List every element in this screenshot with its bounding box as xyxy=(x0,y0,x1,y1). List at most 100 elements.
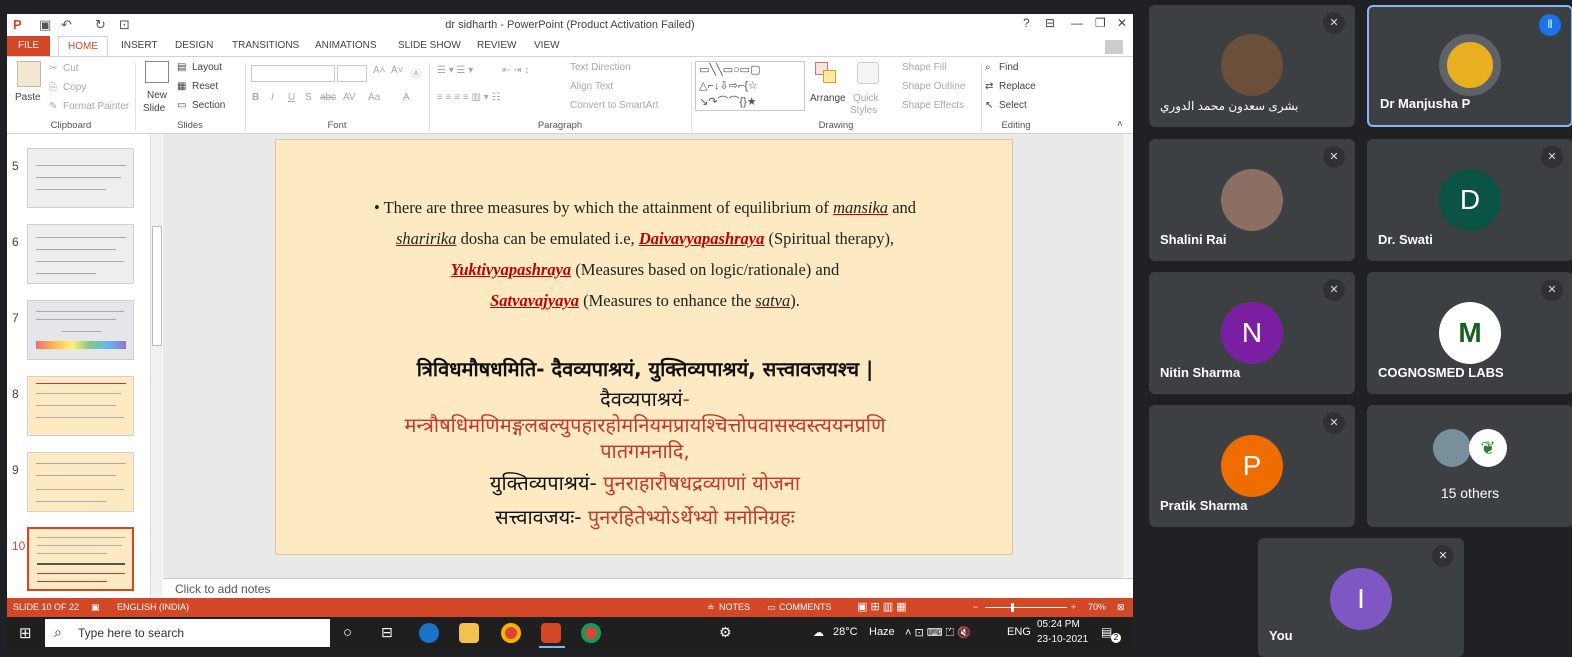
replace-button[interactable]: Replace xyxy=(999,81,1036,92)
find-icon[interactable]: ⌕ xyxy=(985,62,991,73)
task-view-icon[interactable]: ○ xyxy=(343,624,352,641)
thumbnail-scrollbar[interactable] xyxy=(150,134,162,598)
quick-styles-button[interactable]: Quick xyxy=(853,93,879,104)
shapes-gallery[interactable]: ▭╲╲▭○▭▢ △⌐↓⇩⇨⌐{☆ ↘↷⌒⌒{}★ xyxy=(695,61,805,111)
cut-icon[interactable]: ✂ xyxy=(49,63,57,74)
tab-home[interactable]: HOME xyxy=(58,36,108,57)
file-explorer-icon[interactable] xyxy=(459,623,479,643)
copy-icon[interactable]: ⎘ xyxy=(49,82,57,93)
section-button[interactable]: Section xyxy=(192,100,225,111)
find-button[interactable]: Find xyxy=(999,62,1018,73)
spell-check-icon[interactable]: ▣ xyxy=(91,602,100,613)
select-button[interactable]: Select xyxy=(999,100,1027,111)
slide-thumbnail-7[interactable] xyxy=(27,300,134,360)
fit-to-window-icon[interactable]: ⊠ xyxy=(1117,602,1125,613)
clock-time[interactable]: 05:24 PM xyxy=(1037,619,1080,630)
bold-button[interactable]: B xyxy=(252,92,259,103)
indent-icon[interactable]: ⇤ ⇥ ↕ xyxy=(502,65,529,76)
shape-effects-button[interactable]: Shape Effects xyxy=(902,100,964,111)
chrome-icon[interactable] xyxy=(501,623,521,643)
text-direction-button[interactable]: Text Direction xyxy=(570,62,631,73)
new-slide-button-label2[interactable]: Slide xyxy=(143,103,165,114)
reset-button[interactable]: Reset xyxy=(192,81,218,92)
input-language[interactable]: ENG xyxy=(1007,626,1031,638)
format-painter-button[interactable]: Format Painter xyxy=(63,101,129,112)
underline-button[interactable]: U xyxy=(288,92,295,103)
slide[interactable]: • There are three measures by which the … xyxy=(275,139,1013,555)
participant-tile[interactable]: D Dr. Swati ✕ xyxy=(1367,139,1572,261)
tab-transitions[interactable]: TRANSITIONS xyxy=(232,40,299,51)
clock-date[interactable]: 23-10-2021 xyxy=(1037,634,1088,645)
weather-temp[interactable]: 28°C xyxy=(833,626,858,638)
slide-thumbnail-9[interactable] xyxy=(27,452,134,512)
edge-icon[interactable] xyxy=(419,623,439,643)
font-size-input[interactable] xyxy=(337,65,367,82)
arrange-icon[interactable] xyxy=(815,62,837,84)
tab-slide-show[interactable]: SLIDE SHOW xyxy=(398,40,461,51)
zoom-slider[interactable] xyxy=(985,607,1067,608)
tab-animations[interactable]: ANIMATIONS xyxy=(315,40,376,51)
quick-styles-icon[interactable] xyxy=(857,62,879,84)
arrange-button[interactable]: Arrange xyxy=(810,93,846,104)
font-name-input[interactable] xyxy=(251,65,335,82)
chrome-icon-2[interactable] xyxy=(581,623,601,643)
convert-smartart-button[interactable]: Convert to SmartArt xyxy=(570,100,658,111)
collapse-ribbon-icon[interactable]: ˄ xyxy=(1117,119,1123,130)
language-indicator[interactable]: ENGLISH (INDIA) xyxy=(117,602,189,612)
help-icon[interactable]: ? xyxy=(1023,16,1030,30)
quick-styles-button-label2[interactable]: Styles xyxy=(850,105,877,116)
ribbon-display-icon[interactable]: ⊟ xyxy=(1045,16,1055,30)
slide-thumbnail-6[interactable] xyxy=(27,224,134,284)
tab-review[interactable]: REVIEW xyxy=(477,40,516,51)
powerpoint-taskbar-icon[interactable] xyxy=(541,623,561,643)
tab-view[interactable]: VIEW xyxy=(534,40,560,51)
new-slide-button[interactable]: New xyxy=(147,90,167,101)
paste-button[interactable]: Paste xyxy=(15,92,41,103)
select-icon[interactable]: ↖ xyxy=(985,100,993,111)
tab-design[interactable]: DESIGN xyxy=(175,40,213,51)
tab-insert[interactable]: INSERT xyxy=(121,40,158,51)
align-icons[interactable]: ≡ ≡ ≡ ≡ ▥ ▾ ☷ xyxy=(437,92,500,103)
bullets-icon[interactable]: ☰ ▾ ☰ ▾ xyxy=(437,65,473,76)
widgets-icon[interactable]: ⊟ xyxy=(381,624,393,641)
slide-scrollbar[interactable] xyxy=(1123,134,1133,598)
windows-start-icon[interactable]: ⊞ xyxy=(19,624,32,642)
clear-format-icon[interactable]: Ⓐ xyxy=(411,65,421,80)
account-avatar[interactable] xyxy=(1105,40,1123,54)
layout-button[interactable]: Layout xyxy=(192,62,222,73)
slide-thumbnail-8[interactable] xyxy=(27,376,134,436)
section-icon[interactable]: ▭ xyxy=(177,100,186,111)
others-tile[interactable]: ❦ 15 others xyxy=(1367,405,1572,527)
layout-icon[interactable]: ▤ xyxy=(177,62,186,73)
self-tile[interactable]: I You ✕ xyxy=(1258,538,1464,657)
strikethrough-button[interactable]: abc xyxy=(320,92,336,103)
zoom-slider-thumb[interactable] xyxy=(1011,603,1014,612)
copy-button[interactable]: Copy xyxy=(63,82,86,93)
participant-tile[interactable]: Shalini Rai ✕ xyxy=(1149,139,1355,261)
align-text-button[interactable]: Align Text xyxy=(570,81,613,92)
participant-tile[interactable]: بشرى سعدون محمد الدوري ✕ xyxy=(1149,5,1355,127)
app-icon[interactable]: ⚙ xyxy=(719,624,732,641)
weather-icon[interactable]: ☁ xyxy=(813,626,824,639)
font-color-button[interactable]: A xyxy=(403,92,410,103)
comments-icon[interactable]: ▭ xyxy=(767,602,776,613)
change-case-button[interactable]: Aa xyxy=(368,92,380,103)
shape-fill-button[interactable]: Shape Fill xyxy=(902,62,946,73)
view-mode-icons[interactable]: ▣ ⊞ ▥ ▦ xyxy=(857,600,907,613)
participant-tile[interactable]: N Nitin Sharma ✕ xyxy=(1149,272,1355,394)
maximize-icon[interactable]: ❐ xyxy=(1095,16,1106,30)
char-spacing-button[interactable]: AV xyxy=(343,92,356,103)
notes-pane[interactable]: Click to add notes xyxy=(163,578,1133,598)
shape-outline-button[interactable]: Shape Outline xyxy=(902,81,965,92)
cut-button[interactable]: Cut xyxy=(63,63,79,74)
slide-thumbnail-5[interactable] xyxy=(27,148,134,208)
reset-icon[interactable]: ▦ xyxy=(177,81,186,92)
slide-thumbnail-10-selected[interactable] xyxy=(27,527,134,591)
zoom-out-icon[interactable]: − xyxy=(973,602,978,612)
tab-file[interactable]: FILE xyxy=(7,36,50,56)
weather-desc[interactable]: Haze xyxy=(869,626,895,638)
shadow-button[interactable]: S xyxy=(305,92,312,103)
participant-tile[interactable]: M COGNOSMED LABS ✕ xyxy=(1367,272,1572,394)
taskbar-search[interactable]: ⌕ Type here to search xyxy=(45,619,330,647)
tray-icons[interactable]: ˄ ⊡ ⌨ ⏍ 🔇 xyxy=(905,626,971,640)
